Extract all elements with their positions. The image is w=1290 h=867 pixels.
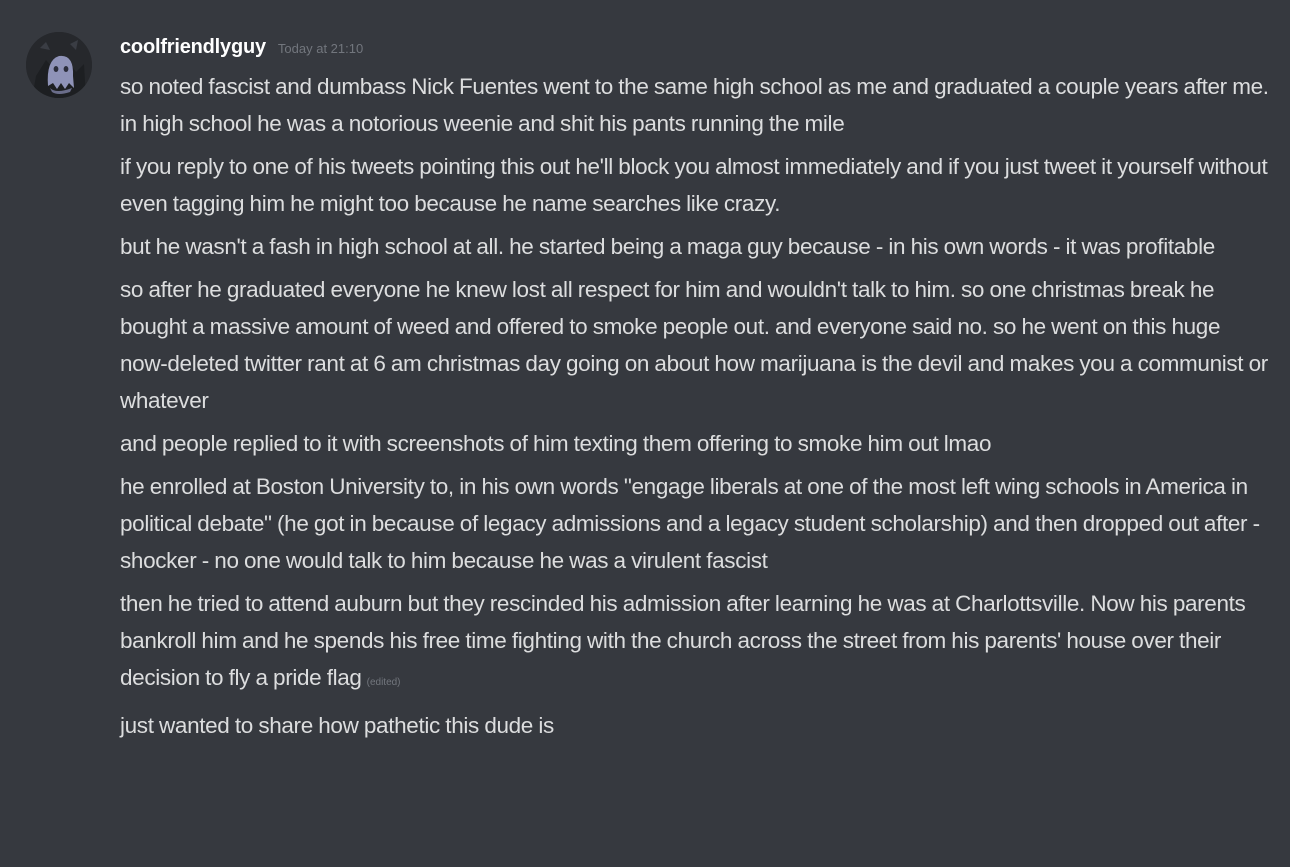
message-text-edited: then he tried to attend auburn but they … [120, 585, 1270, 701]
message-list: so noted fascist and dumbass Nick Fuente… [120, 68, 1270, 750]
edited-marker: (edited) [366, 677, 401, 688]
message-text: then he tried to attend auburn but they … [120, 591, 1246, 690]
message-text: he enrolled at Boston University to, in … [120, 474, 1260, 573]
message-text: but he wasn't a fash in high school at a… [120, 234, 1215, 259]
message-text: if you reply to one of his tweets pointi… [120, 154, 1268, 216]
timestamp[interactable]: Today at 21:10 [278, 41, 363, 56]
chat-area: coolfriendlyguy Today at 21:10 so noted … [0, 0, 1290, 867]
message-text: and people replied to it with screenshot… [120, 431, 992, 456]
message-text: so after he graduated everyone he knew l… [120, 277, 1268, 413]
ghost-avatar-icon [26, 32, 92, 98]
username[interactable]: coolfriendlyguy [120, 36, 266, 59]
message-text: so noted fascist and dumbass Nick Fuente… [120, 74, 1269, 136]
user-avatar[interactable] [26, 32, 92, 98]
message-header: coolfriendlyguy Today at 21:10 [120, 36, 363, 64]
message-text: just wanted to share how pathetic this d… [120, 713, 554, 738]
